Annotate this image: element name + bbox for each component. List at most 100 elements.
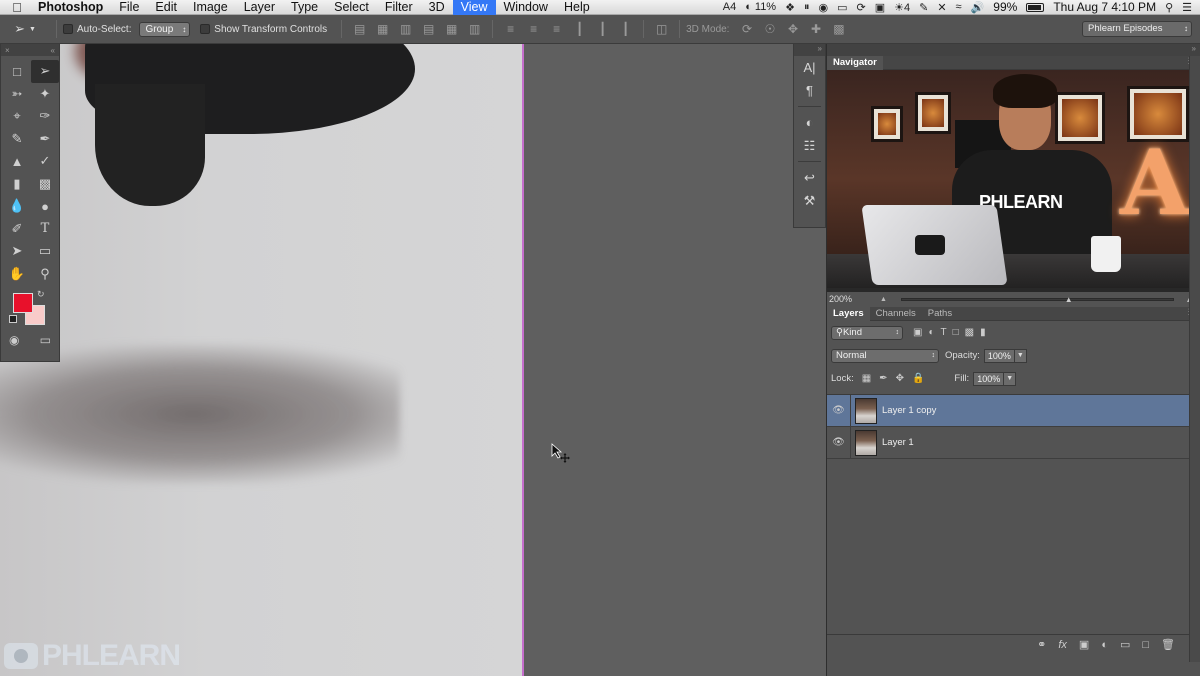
gradient-tool-icon[interactable]: ▩ xyxy=(31,173,59,196)
lock-all-icon[interactable]: 🔒 xyxy=(912,373,924,384)
pause-icon[interactable]: ⏸ xyxy=(804,1,810,14)
spotlight-icon[interactable]: ⚲ xyxy=(1165,1,1173,14)
zoom-slider-knob[interactable]: ▲ xyxy=(1065,295,1073,304)
tab-channels[interactable]: Channels xyxy=(870,307,922,321)
panel-scrollbar[interactable] xyxy=(1189,56,1200,662)
menu-help[interactable]: Help xyxy=(556,0,598,15)
filter-pixel-icon[interactable]: ▣ xyxy=(913,327,922,338)
path-selection-tool-icon[interactable]: ➤ xyxy=(3,240,31,263)
evernote-icon[interactable]: ✎ xyxy=(919,1,928,14)
distribute-bottom-icon[interactable]: ≡ xyxy=(545,20,568,38)
3d-slide-icon[interactable]: ✚ xyxy=(804,20,827,38)
workspace-switcher[interactable]: Phlearn Episodes xyxy=(1082,21,1192,37)
collapse-icon[interactable]: « xyxy=(51,46,55,55)
panel-collapse-strip[interactable]: » xyxy=(827,44,1200,56)
layer-thumbnail[interactable] xyxy=(855,429,877,456)
auto-select-dropdown[interactable]: Group xyxy=(139,21,191,37)
filter-adjustment-icon[interactable]: ◐ xyxy=(928,327,934,338)
brush-tool-icon[interactable]: ✒ xyxy=(31,128,59,151)
distribute-top-icon[interactable]: ≡ xyxy=(499,20,522,38)
canvas-area[interactable]: PHLEARN xyxy=(0,44,826,676)
fill-slider-button[interactable]: ▼ xyxy=(1004,371,1017,386)
lock-image-icon[interactable]: ✒ xyxy=(879,373,887,384)
show-transform-controls-checkbox[interactable]: Show Transform Controls xyxy=(200,24,327,35)
type-tool-icon[interactable]: T xyxy=(31,218,59,241)
notification-icon[interactable]: ☀4 xyxy=(894,1,910,14)
menu-app-name[interactable]: Photoshop xyxy=(34,0,111,15)
cpu-icon[interactable]: ◐ 11% xyxy=(745,1,776,13)
move-tool-icon[interactable]: ➢ xyxy=(31,60,59,83)
filter-smart-object-icon[interactable]: ▩ xyxy=(965,327,974,338)
character-panel-icon[interactable]: A| xyxy=(794,56,825,79)
layer-row[interactable]: 👁 Layer 1 xyxy=(827,426,1189,459)
zoom-level[interactable]: 200% xyxy=(829,294,852,304)
dodge-tool-icon[interactable]: ● xyxy=(31,195,59,218)
align-bottom-icon[interactable]: ▥ xyxy=(394,20,417,38)
zoom-out-icon[interactable]: ▲ xyxy=(880,296,887,303)
menu-select[interactable]: Select xyxy=(326,0,377,15)
delete-layer-icon[interactable]: 🗑 xyxy=(1161,638,1175,651)
marquee-tool-icon[interactable]: □ xyxy=(3,60,31,83)
menu-3d[interactable]: 3D xyxy=(421,0,453,15)
new-layer-icon[interactable]: □ xyxy=(1142,639,1149,651)
link-layers-icon[interactable]: ⚭ xyxy=(1037,638,1046,651)
tab-paths[interactable]: Paths xyxy=(922,307,958,321)
menu-image[interactable]: Image xyxy=(185,0,236,15)
zoom-tool-icon[interactable]: ⚲ xyxy=(31,263,59,286)
foreground-color-swatch[interactable] xyxy=(13,293,33,313)
eraser-tool-icon[interactable]: ▮ xyxy=(3,173,31,196)
align-left-icon[interactable]: ▤ xyxy=(417,20,440,38)
layer-name[interactable]: Layer 1 xyxy=(882,437,914,448)
menu-type[interactable]: Type xyxy=(283,0,326,15)
adjustment-layer-icon[interactable]: ◐ xyxy=(1101,639,1108,651)
opacity-input[interactable]: 100% xyxy=(983,348,1015,363)
apple-icon[interactable]:  xyxy=(0,0,34,15)
properties-panel-icon[interactable]: ☷ xyxy=(794,134,825,157)
distribute-right-icon[interactable]: ┃ xyxy=(614,20,637,38)
screen-mode-icon[interactable]: ▭ xyxy=(40,333,51,347)
3d-scale-icon[interactable]: ▩ xyxy=(827,20,850,38)
tab-layers[interactable]: Layers xyxy=(827,306,870,321)
3d-drag-icon[interactable]: ✥ xyxy=(781,20,804,38)
default-colors-icon[interactable] xyxy=(9,315,17,323)
quick-mask-icon[interactable]: ◉ xyxy=(9,333,19,347)
distribute-horizontal-center-icon[interactable]: ┃ xyxy=(591,20,614,38)
close-icon[interactable]: × xyxy=(5,46,10,55)
fill-input[interactable]: 100% xyxy=(973,371,1005,386)
menu-view[interactable]: View xyxy=(452,0,496,15)
guide-line[interactable] xyxy=(522,44,524,676)
tool-presets-panel-icon[interactable]: ⚒ xyxy=(794,189,825,212)
menu-edit[interactable]: Edit xyxy=(147,0,185,15)
3d-rotate-icon[interactable]: ⟳ xyxy=(735,20,758,38)
lock-transparent-icon[interactable]: ▦ xyxy=(862,373,871,384)
distribute-left-icon[interactable]: ┃ xyxy=(568,20,591,38)
layer-row[interactable]: 👁 Layer 1 copy xyxy=(827,394,1189,427)
align-vertical-center-icon[interactable]: ▦ xyxy=(371,20,394,38)
clone-stamp-tool-icon[interactable]: ▲ xyxy=(3,150,31,173)
menu-file[interactable]: File xyxy=(111,0,147,15)
battery-icon[interactable] xyxy=(1026,2,1045,12)
align-right-icon[interactable]: ▥ xyxy=(463,20,486,38)
eyedropper-tool-icon[interactable]: ✑ xyxy=(31,105,59,128)
tools-panel-header[interactable]: × « xyxy=(1,44,59,56)
dropbox-icon[interactable]: ❖ xyxy=(785,1,795,14)
tab-navigator[interactable]: Navigator xyxy=(827,55,883,70)
hand-tool-icon[interactable]: ✋ xyxy=(3,263,31,286)
paragraph-panel-icon[interactable]: ¶ xyxy=(794,79,825,102)
layer-name[interactable]: Layer 1 copy xyxy=(882,405,936,416)
opacity-slider-button[interactable]: ▼ xyxy=(1014,348,1027,363)
filter-type-icon[interactable]: T xyxy=(941,327,947,338)
history-panel-icon[interactable]: ↩ xyxy=(794,166,825,189)
add-mask-icon[interactable]: ▣ xyxy=(1079,638,1089,651)
filter-kind-dropdown[interactable]: ⚲Kind xyxy=(831,325,903,340)
clock[interactable]: Thu Aug 7 4:10 PM xyxy=(1053,0,1156,14)
menu-layer[interactable]: Layer xyxy=(236,0,283,15)
auto-select-checkbox[interactable]: Auto-Select: xyxy=(63,24,131,35)
magic-wand-tool-icon[interactable]: ✦ xyxy=(31,83,59,106)
notification-center-icon[interactable]: ☰ xyxy=(1182,1,1192,14)
auto-align-icon[interactable]: ◫ xyxy=(650,20,673,38)
wifi-icon[interactable]: ≈ xyxy=(956,1,962,13)
menu-window[interactable]: Window xyxy=(496,0,556,15)
pen-tool-icon[interactable]: ✐ xyxy=(3,218,31,241)
blend-mode-dropdown[interactable]: Normal xyxy=(831,348,939,363)
